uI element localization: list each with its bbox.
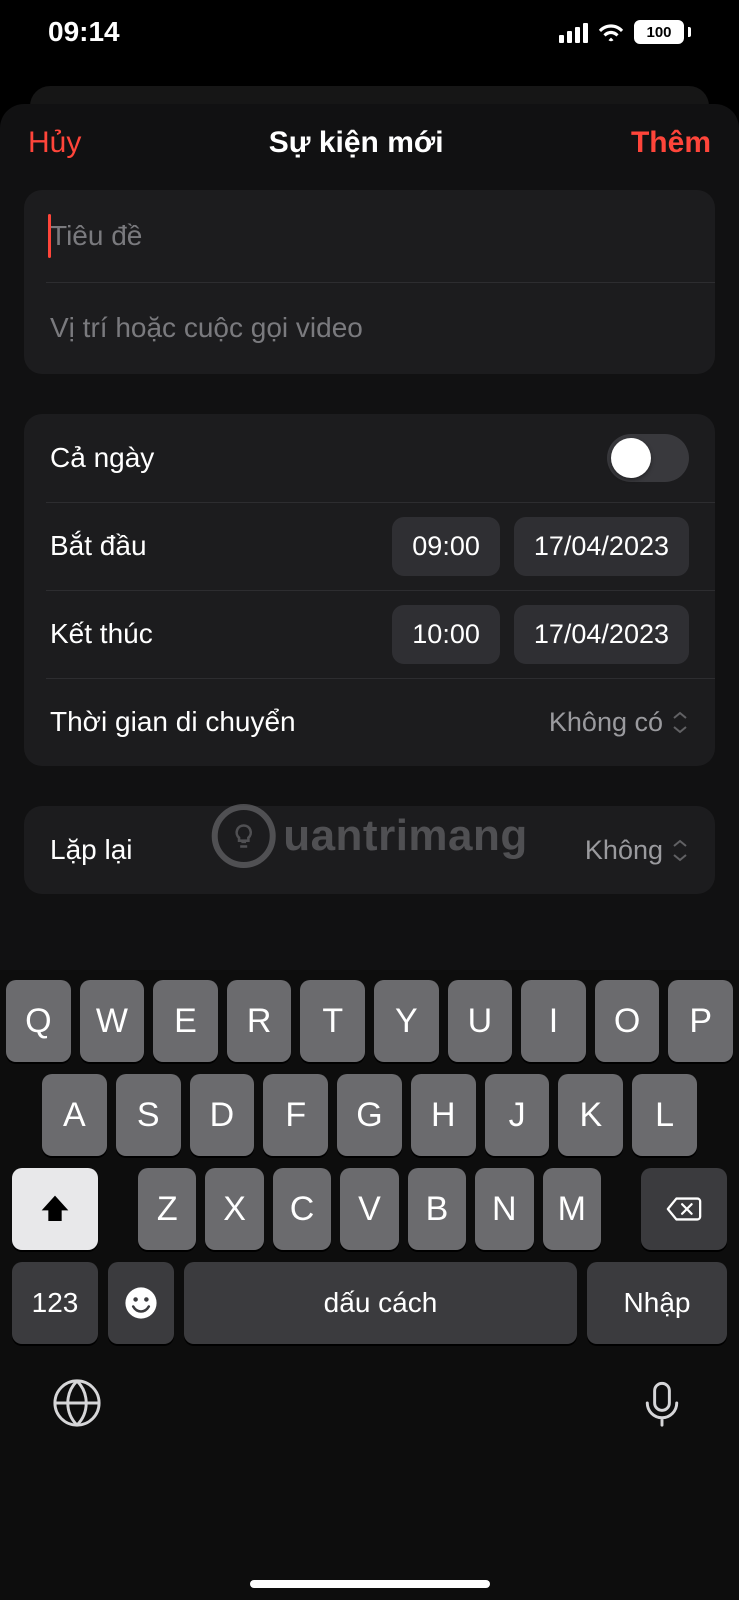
cellular-icon — [559, 21, 588, 43]
keyboard-row-2: ASDFGHJKL — [6, 1074, 733, 1156]
travel-time-label: Thời gian di chuyển — [50, 706, 549, 738]
key-p[interactable]: P — [668, 980, 733, 1062]
key-y[interactable]: Y — [374, 980, 439, 1062]
key-z[interactable]: Z — [138, 1168, 196, 1250]
keyboard-bottom — [6, 1356, 733, 1430]
cancel-button[interactable]: Hủy — [28, 126, 81, 160]
key-d[interactable]: D — [190, 1074, 255, 1156]
start-time-button[interactable]: 09:00 — [392, 517, 500, 576]
allday-label: Cả ngày — [50, 442, 607, 474]
key-k[interactable]: K — [558, 1074, 623, 1156]
key-u[interactable]: U — [448, 980, 513, 1062]
key-i[interactable]: I — [521, 980, 586, 1062]
globe-key[interactable] — [50, 1376, 104, 1430]
space-key[interactable]: dấu cách — [184, 1262, 577, 1344]
sheet-nav: Hủy Sự kiện mới Thêm — [0, 104, 739, 180]
start-date-button[interactable]: 17/04/2023 — [514, 517, 689, 576]
key-b[interactable]: B — [408, 1168, 466, 1250]
travel-time-row[interactable]: Thời gian di chuyển Không có — [24, 678, 715, 766]
key-x[interactable]: X — [205, 1168, 263, 1250]
key-v[interactable]: V — [340, 1168, 398, 1250]
key-t[interactable]: T — [300, 980, 365, 1062]
battery-icon: 100 — [634, 20, 691, 44]
add-button[interactable]: Thêm — [631, 126, 711, 160]
key-w[interactable]: W — [80, 980, 145, 1062]
key-h[interactable]: H — [411, 1074, 476, 1156]
key-f[interactable]: F — [263, 1074, 328, 1156]
start-label: Bắt đầu — [50, 530, 378, 562]
travel-time-value: Không có — [549, 707, 663, 738]
title-location-card — [24, 190, 715, 374]
keyboard-row-1: QWERTYUIOP — [6, 980, 733, 1062]
shift-key[interactable] — [12, 1168, 98, 1250]
sheet-title: Sự kiện mới — [269, 126, 444, 160]
end-date-button[interactable]: 17/04/2023 — [514, 605, 689, 664]
key-n[interactable]: N — [475, 1168, 533, 1250]
return-key[interactable]: Nhập — [587, 1262, 727, 1344]
battery-level: 100 — [634, 20, 684, 44]
key-r[interactable]: R — [227, 980, 292, 1062]
wifi-icon — [598, 22, 624, 42]
key-l[interactable]: L — [632, 1074, 697, 1156]
repeat-card: Lặp lại Không — [24, 806, 715, 894]
key-j[interactable]: J — [485, 1074, 550, 1156]
keyboard-row-3: ZXCVBNM — [6, 1168, 733, 1250]
emoji-key[interactable] — [108, 1262, 174, 1344]
keyboard: QWERTYUIOP ASDFGHJKL ZXCVBNM 123 dấu các… — [0, 970, 739, 1600]
key-e[interactable]: E — [153, 980, 218, 1062]
repeat-row[interactable]: Lặp lại Không — [24, 806, 715, 894]
key-s[interactable]: S — [116, 1074, 181, 1156]
repeat-value: Không — [585, 835, 663, 866]
datetime-card: Cả ngày Bắt đầu 09:00 17/04/2023 Kết thú… — [24, 414, 715, 766]
end-label: Kết thúc — [50, 618, 378, 650]
key-q[interactable]: Q — [6, 980, 71, 1062]
dictation-key[interactable] — [635, 1376, 689, 1430]
numbers-key[interactable]: 123 — [12, 1262, 98, 1344]
home-indicator[interactable] — [250, 1580, 490, 1588]
allday-toggle[interactable] — [607, 434, 689, 482]
key-a[interactable]: A — [42, 1074, 107, 1156]
backspace-key[interactable] — [641, 1168, 727, 1250]
status-bar: 09:14 100 — [0, 0, 739, 64]
updown-chevron-icon — [671, 708, 689, 736]
key-o[interactable]: O — [595, 980, 660, 1062]
updown-chevron-icon — [671, 836, 689, 864]
status-time: 09:14 — [48, 16, 120, 48]
key-g[interactable]: G — [337, 1074, 402, 1156]
event-title-input[interactable] — [50, 220, 689, 252]
keyboard-row-4: 123 dấu cách Nhập — [6, 1262, 733, 1344]
text-cursor — [48, 214, 51, 258]
key-c[interactable]: C — [273, 1168, 331, 1250]
key-m[interactable]: M — [543, 1168, 601, 1250]
end-time-button[interactable]: 10:00 — [392, 605, 500, 664]
event-location-input[interactable] — [50, 312, 689, 344]
repeat-label: Lặp lại — [50, 834, 585, 866]
status-right: 100 — [559, 20, 691, 44]
